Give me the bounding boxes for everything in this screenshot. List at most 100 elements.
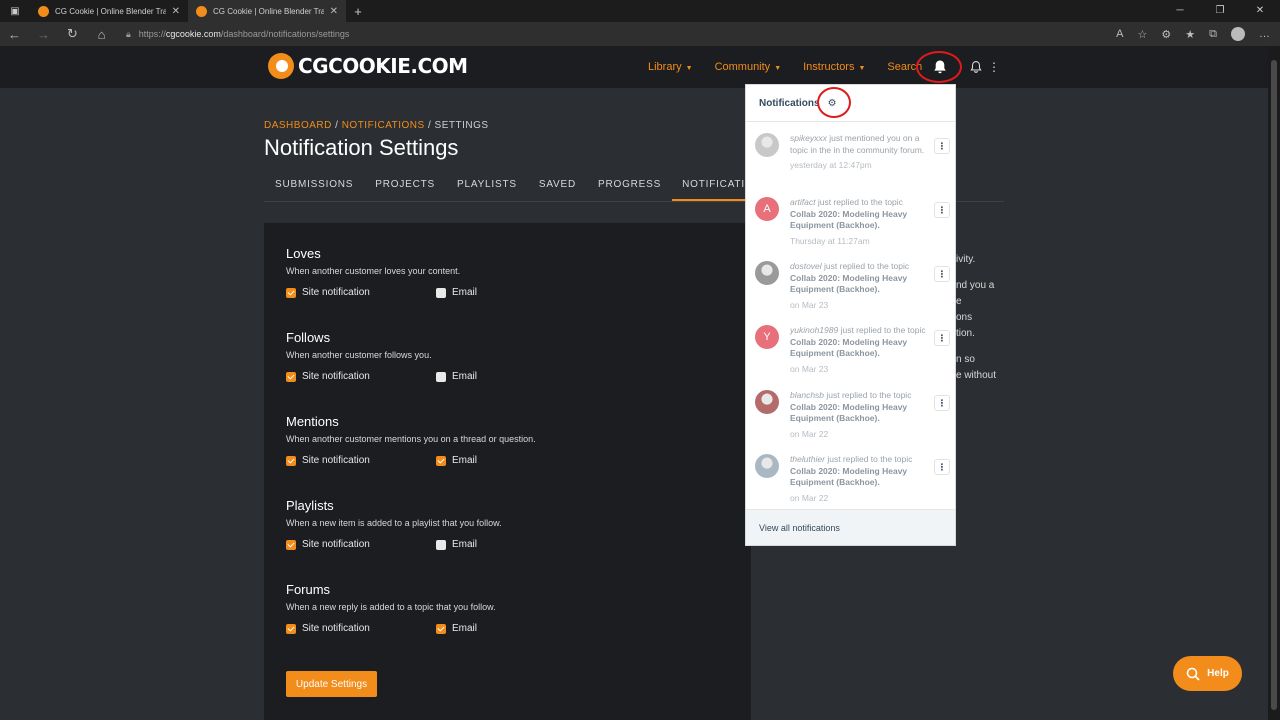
tab-saved[interactable]: SAVED <box>528 170 587 201</box>
site-notification-checkbox[interactable]: Site notification <box>286 371 436 382</box>
notification-time: on Mar 23 <box>790 363 829 374</box>
group-title: Playlists <box>286 498 334 513</box>
site-notification-checkbox[interactable]: Site notification <box>286 455 436 466</box>
site-notification-checkbox[interactable]: Site notification <box>286 623 436 634</box>
email-checkbox[interactable]: Email <box>436 623 477 634</box>
tab-actions-icon[interactable]: ▣ <box>0 0 30 22</box>
notification-item[interactable]: spikeyxxx just mentioned you on a topic … <box>746 133 955 197</box>
email-checkbox[interactable]: Email <box>436 371 477 382</box>
tab-playlists[interactable]: PLAYLISTS <box>446 170 528 201</box>
breadcrumb: DASHBOARD / NOTIFICATIONS / SETTINGS <box>264 120 489 131</box>
tab-progress[interactable]: PROGRESS <box>587 170 672 201</box>
close-window-icon[interactable]: ✕ <box>1240 0 1280 22</box>
breadcrumb-notifications[interactable]: NOTIFICATIONS <box>342 120 425 131</box>
checkbox-icon <box>436 371 446 382</box>
restore-icon[interactable]: ❐ <box>1200 0 1240 22</box>
notification-more-icon[interactable]: ⋮ <box>934 330 950 346</box>
update-settings-button[interactable]: Update Settings <box>286 671 377 697</box>
group-title: Follows <box>286 330 331 345</box>
notification-more-icon[interactable]: ⋮ <box>934 138 950 154</box>
extensions-icon[interactable]: ⚙ <box>1161 28 1171 41</box>
side-info-text: ivity. nd you a e ons tion. n so e without <box>956 252 996 394</box>
read-aloud-icon[interactable]: A <box>1116 28 1123 40</box>
settings-group-forums: Forums When a new reply is added to a to… <box>286 582 726 634</box>
group-description: When another customer loves your content… <box>286 266 461 276</box>
notification-item[interactable]: Y yukinoh1989 just replied to the topic … <box>746 325 955 389</box>
help-button[interactable]: Help <box>1173 656 1242 691</box>
side-text-line: ivity. <box>956 254 976 265</box>
notification-more-icon[interactable]: ⋮ <box>934 459 950 475</box>
browser-tab[interactable]: CG Cookie | Online Blender Trai ✕ <box>30 0 188 22</box>
back-icon[interactable]: ← <box>0 27 29 42</box>
settings-group-playlists: Playlists When a new item is added to a … <box>286 498 726 550</box>
avatar: A <box>755 197 779 221</box>
bell-outline-icon[interactable] <box>969 59 983 75</box>
view-all-notifications-link[interactable]: View all notifications <box>746 509 955 545</box>
notification-more-icon[interactable]: ⋮ <box>934 266 950 282</box>
profile-avatar[interactable] <box>1231 27 1245 41</box>
breadcrumb-dashboard[interactable]: DASHBOARD <box>264 120 332 131</box>
notifications-dropdown: Notifications ⚙ spikeyxxx just mentioned… <box>745 84 956 546</box>
site-header: CGCOOKIE.COM Library ▼ Community ▼ Instruc… <box>0 46 1268 88</box>
nav-instructors[interactable]: Instructors ▼ <box>803 61 865 73</box>
checkbox-icon <box>436 287 446 298</box>
notification-more-icon[interactable]: ⋮ <box>934 202 950 218</box>
settings-group-follows: Follows When another customer follows yo… <box>286 330 726 382</box>
nav-library[interactable]: Library ▼ <box>648 61 693 73</box>
collections-icon[interactable]: ⧉ <box>1209 28 1217 41</box>
checkbox-icon <box>436 623 446 634</box>
notifications-title: Notifications <box>759 97 820 109</box>
close-tab-icon[interactable]: ✕ <box>330 6 338 17</box>
new-tab-button[interactable]: + <box>346 4 370 19</box>
side-text-line: nd you a e ons tion. <box>956 280 995 339</box>
page-title: Notification Settings <box>264 135 459 160</box>
notification-user: spikeyxxx <box>790 133 827 143</box>
notification-user: blanchsb <box>790 390 825 400</box>
close-tab-icon[interactable]: ✕ <box>172 6 180 17</box>
page-scrollbar[interactable] <box>1268 46 1280 720</box>
forward-icon[interactable]: → <box>29 27 58 42</box>
avatar <box>755 133 779 157</box>
checkbox-icon <box>286 287 296 298</box>
site-logo[interactable]: CGCOOKIE.COM <box>268 53 468 79</box>
notification-time: on Mar 22 <box>790 492 829 503</box>
cgcookie-favicon-icon <box>38 5 49 17</box>
minimize-icon[interactable]: ─ <box>1160 0 1200 22</box>
browser-menu-icon[interactable]: … <box>1259 28 1270 40</box>
url-path: /dashboard/notifications/settings <box>220 29 350 39</box>
browser-toolbar: A ☆ ⚙ ★ ⧉ … <box>1116 22 1270 46</box>
email-checkbox[interactable]: Email <box>436 455 477 466</box>
help-label: Help <box>1207 668 1229 679</box>
email-checkbox[interactable]: Email <box>436 539 477 550</box>
tab-submissions[interactable]: SUBMISSIONS <box>264 170 364 201</box>
site-notification-checkbox[interactable]: Site notification <box>286 287 436 298</box>
notification-item[interactable]: blanchsb just replied to the topic Colla… <box>746 390 955 454</box>
tab-projects[interactable]: PROJECTS <box>364 170 446 201</box>
notification-item[interactable]: A artifact just replied to the topic Col… <box>746 197 955 261</box>
nav-community[interactable]: Community ▼ <box>715 61 782 73</box>
favorite-star-icon[interactable]: ☆ <box>1138 28 1148 41</box>
notification-item[interactable]: dostovel just replied to the topic Colla… <box>746 261 955 325</box>
tab-title: CG Cookie | Online Blender Trai <box>55 6 166 16</box>
group-title: Loves <box>286 246 321 261</box>
email-checkbox[interactable]: Email <box>436 287 477 298</box>
browser-tab-active[interactable]: CG Cookie | Online Blender Trai ✕ <box>188 0 346 22</box>
url-field[interactable]: 🔒︎ https://cgcookie.com/dashboard/notifi… <box>126 29 349 40</box>
home-icon[interactable]: ⌂ <box>87 27 116 42</box>
avatar: Y <box>755 325 779 349</box>
url-host: cgcookie.com <box>165 29 221 39</box>
user-menu-icon[interactable]: ⋮ <box>988 60 1000 74</box>
group-description: When another customer follows you. <box>286 350 432 360</box>
main-nav: Library ▼ Community ▼ Instructors ▼ Search <box>648 46 922 88</box>
checkbox-icon <box>286 623 296 634</box>
group-description: When a new reply is added to a topic tha… <box>286 602 496 612</box>
refresh-icon[interactable]: ↻ <box>58 26 87 42</box>
settings-group-mentions: Mentions When another customer mentions … <box>286 414 726 466</box>
avatar <box>755 390 779 414</box>
site-notification-checkbox[interactable]: Site notification <box>286 539 436 550</box>
scrollbar-thumb[interactable] <box>1271 60 1277 710</box>
notification-user: artifact <box>790 197 816 207</box>
group-title: Mentions <box>286 414 339 429</box>
favorites-icon[interactable]: ★ <box>1185 28 1195 41</box>
notification-more-icon[interactable]: ⋮ <box>934 395 950 411</box>
